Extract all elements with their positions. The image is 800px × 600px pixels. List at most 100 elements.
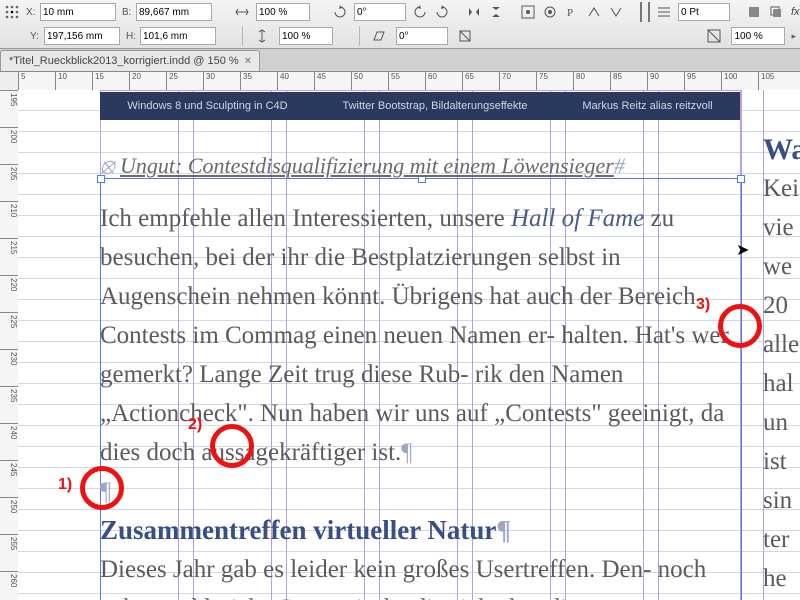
h-ruler-tick: 10 [55, 72, 67, 90]
body-text-frame[interactable]: ⦻ Ungut: Contestdisqualifizierung mit ei… [100, 146, 740, 600]
stroke-weight-icon [656, 2, 672, 22]
heading-2-text: Zusammentreffen virtueller Natur [100, 515, 496, 545]
document-tab[interactable]: *Titel_Rueckblick2013_korrigiert.indd @ … [0, 50, 260, 71]
vertical-ruler[interactable]: 1952002052102152202252302352402452502552… [0, 90, 19, 600]
header-center: Twitter Bootstrap, Bildalterungseffekte [342, 100, 527, 112]
stroke-weight-input[interactable] [678, 3, 730, 21]
scale-x-input[interactable] [256, 3, 310, 21]
h-ruler-tick: 20 [129, 72, 141, 90]
control-panel: X: B: P fx▾ [0, 0, 800, 49]
end-of-story-marker: # [614, 153, 625, 178]
pilcrow-icon: ¶ [496, 515, 511, 545]
v-ruler-tick: 250 [0, 497, 18, 513]
right-col-line: alle [763, 325, 800, 364]
document-tab-title: *Titel_Rueckblick2013_korrigiert.indd @ … [9, 55, 239, 67]
scale-y-icon [251, 26, 273, 46]
right-col-line: un [763, 403, 800, 442]
x-input[interactable] [40, 3, 116, 21]
rotate-cw-icon[interactable] [434, 2, 450, 22]
annotation-label-1: 1) [58, 476, 72, 494]
svg-text:P: P [567, 7, 573, 19]
clear-transform-icon[interactable] [454, 26, 476, 46]
opacity-icon [703, 26, 725, 46]
y-label: Y: [30, 31, 42, 42]
annotation-circle-1 [80, 466, 124, 510]
stroke-swatch[interactable] [648, 2, 650, 22]
x-label: X: [26, 7, 38, 18]
shear-input[interactable] [396, 27, 448, 45]
h-ruler-tick: 55 [388, 72, 400, 90]
rotate-input[interactable] [354, 3, 406, 21]
scale-x-icon [234, 2, 250, 22]
rotate-icon [332, 2, 348, 22]
opacity-dropdown-icon[interactable]: ▸ [791, 31, 796, 42]
h-ruler-tick: 40 [277, 72, 289, 90]
para1-part-a: Ich empfehle allen Interessierten, unser… [100, 205, 511, 232]
header-left: Windows 8 und Sculpting in C4D [127, 100, 287, 112]
select-next-icon[interactable] [608, 2, 624, 22]
h-ruler-tick: 35 [240, 72, 252, 90]
h-ruler-tick: 30 [203, 72, 215, 90]
v-ruler-tick: 210 [0, 201, 18, 217]
height-input[interactable] [140, 27, 216, 45]
right-col-line: hal [763, 364, 800, 403]
heading-2: Zusammentreffen virtueller Natur¶ [100, 511, 740, 550]
fill-swatch[interactable] [640, 2, 642, 22]
height-field: H: [126, 27, 216, 45]
empty-paragraph: ¶ [100, 472, 740, 511]
shear-icon [368, 26, 390, 46]
rotate-ccw-icon[interactable] [412, 2, 428, 22]
h-ruler-tick: 105 [758, 72, 774, 90]
v-ruler-tick: 230 [0, 349, 18, 365]
caption-text: Ungut: Contestdisqualifizierung mit eine… [120, 153, 614, 178]
page-canvas[interactable]: Windows 8 und Sculpting in C4D Twitter B… [18, 90, 800, 600]
reference-point-proxy[interactable] [4, 2, 20, 22]
select-container-icon[interactable] [520, 2, 536, 22]
select-content-icon[interactable] [542, 2, 558, 22]
v-ruler-tick: 235 [0, 386, 18, 402]
h-ruler-tick: 90 [647, 72, 659, 90]
y-input[interactable] [44, 27, 120, 45]
v-ruler-tick: 200 [0, 127, 18, 143]
annotation-label-3: 3) [696, 296, 710, 314]
paragraph-style-icon[interactable]: P [564, 2, 580, 22]
select-prev-icon[interactable] [586, 2, 602, 22]
h-ruler-tick: 50 [351, 72, 363, 90]
page-header-bar: Windows 8 und Sculpting in C4D Twitter B… [100, 92, 740, 120]
h-ruler-tick: 95 [684, 72, 696, 90]
h-ruler-tick: 65 [462, 72, 474, 90]
v-ruler-tick: 240 [0, 423, 18, 439]
h-ruler-tick: 100 [721, 72, 737, 90]
hyperlink-hall-of-fame[interactable]: Hall of Fame [511, 205, 644, 232]
flip-vertical-icon[interactable] [488, 2, 504, 22]
h-ruler-tick: 85 [610, 72, 622, 90]
right-col-line: sin [763, 481, 800, 520]
width-label: B: [122, 7, 134, 18]
flip-horizontal-icon[interactable] [466, 2, 482, 22]
right-col-line: ist [763, 442, 800, 481]
paragraph-2: Dieses Jahr gab es leider kein großes Us… [100, 550, 740, 600]
h-ruler-tick: 15 [92, 72, 104, 90]
h-ruler-tick: 5 [18, 72, 25, 90]
close-tab-icon[interactable]: × [245, 55, 251, 67]
right-col-line: ter [763, 520, 800, 559]
right-col-line: 20 [763, 286, 800, 325]
scale-y-input[interactable] [279, 27, 333, 45]
h-ruler-tick: 45 [314, 72, 326, 90]
mouse-cursor-icon: ➤ [736, 240, 749, 260]
v-ruler-tick: 255 [0, 534, 18, 550]
v-ruler-tick: 220 [0, 275, 18, 291]
horizontal-ruler[interactable]: 5101520253035404550556065707580859095100… [18, 72, 800, 91]
right-col-line: we [763, 247, 800, 286]
width-input[interactable] [136, 3, 212, 21]
opacity-input[interactable] [731, 27, 785, 45]
width-field: B: [122, 3, 212, 21]
effects-apply-icon[interactable] [746, 2, 762, 22]
ruler-origin[interactable] [0, 72, 19, 91]
fx-icon[interactable]: fx▾ [790, 2, 800, 22]
drop-shadow-icon[interactable] [768, 2, 784, 22]
h-ruler-tick: 70 [499, 72, 511, 90]
v-ruler-tick: 245 [0, 460, 18, 476]
v-ruler-tick: 195 [0, 90, 18, 106]
h-ruler-tick: 60 [425, 72, 437, 90]
